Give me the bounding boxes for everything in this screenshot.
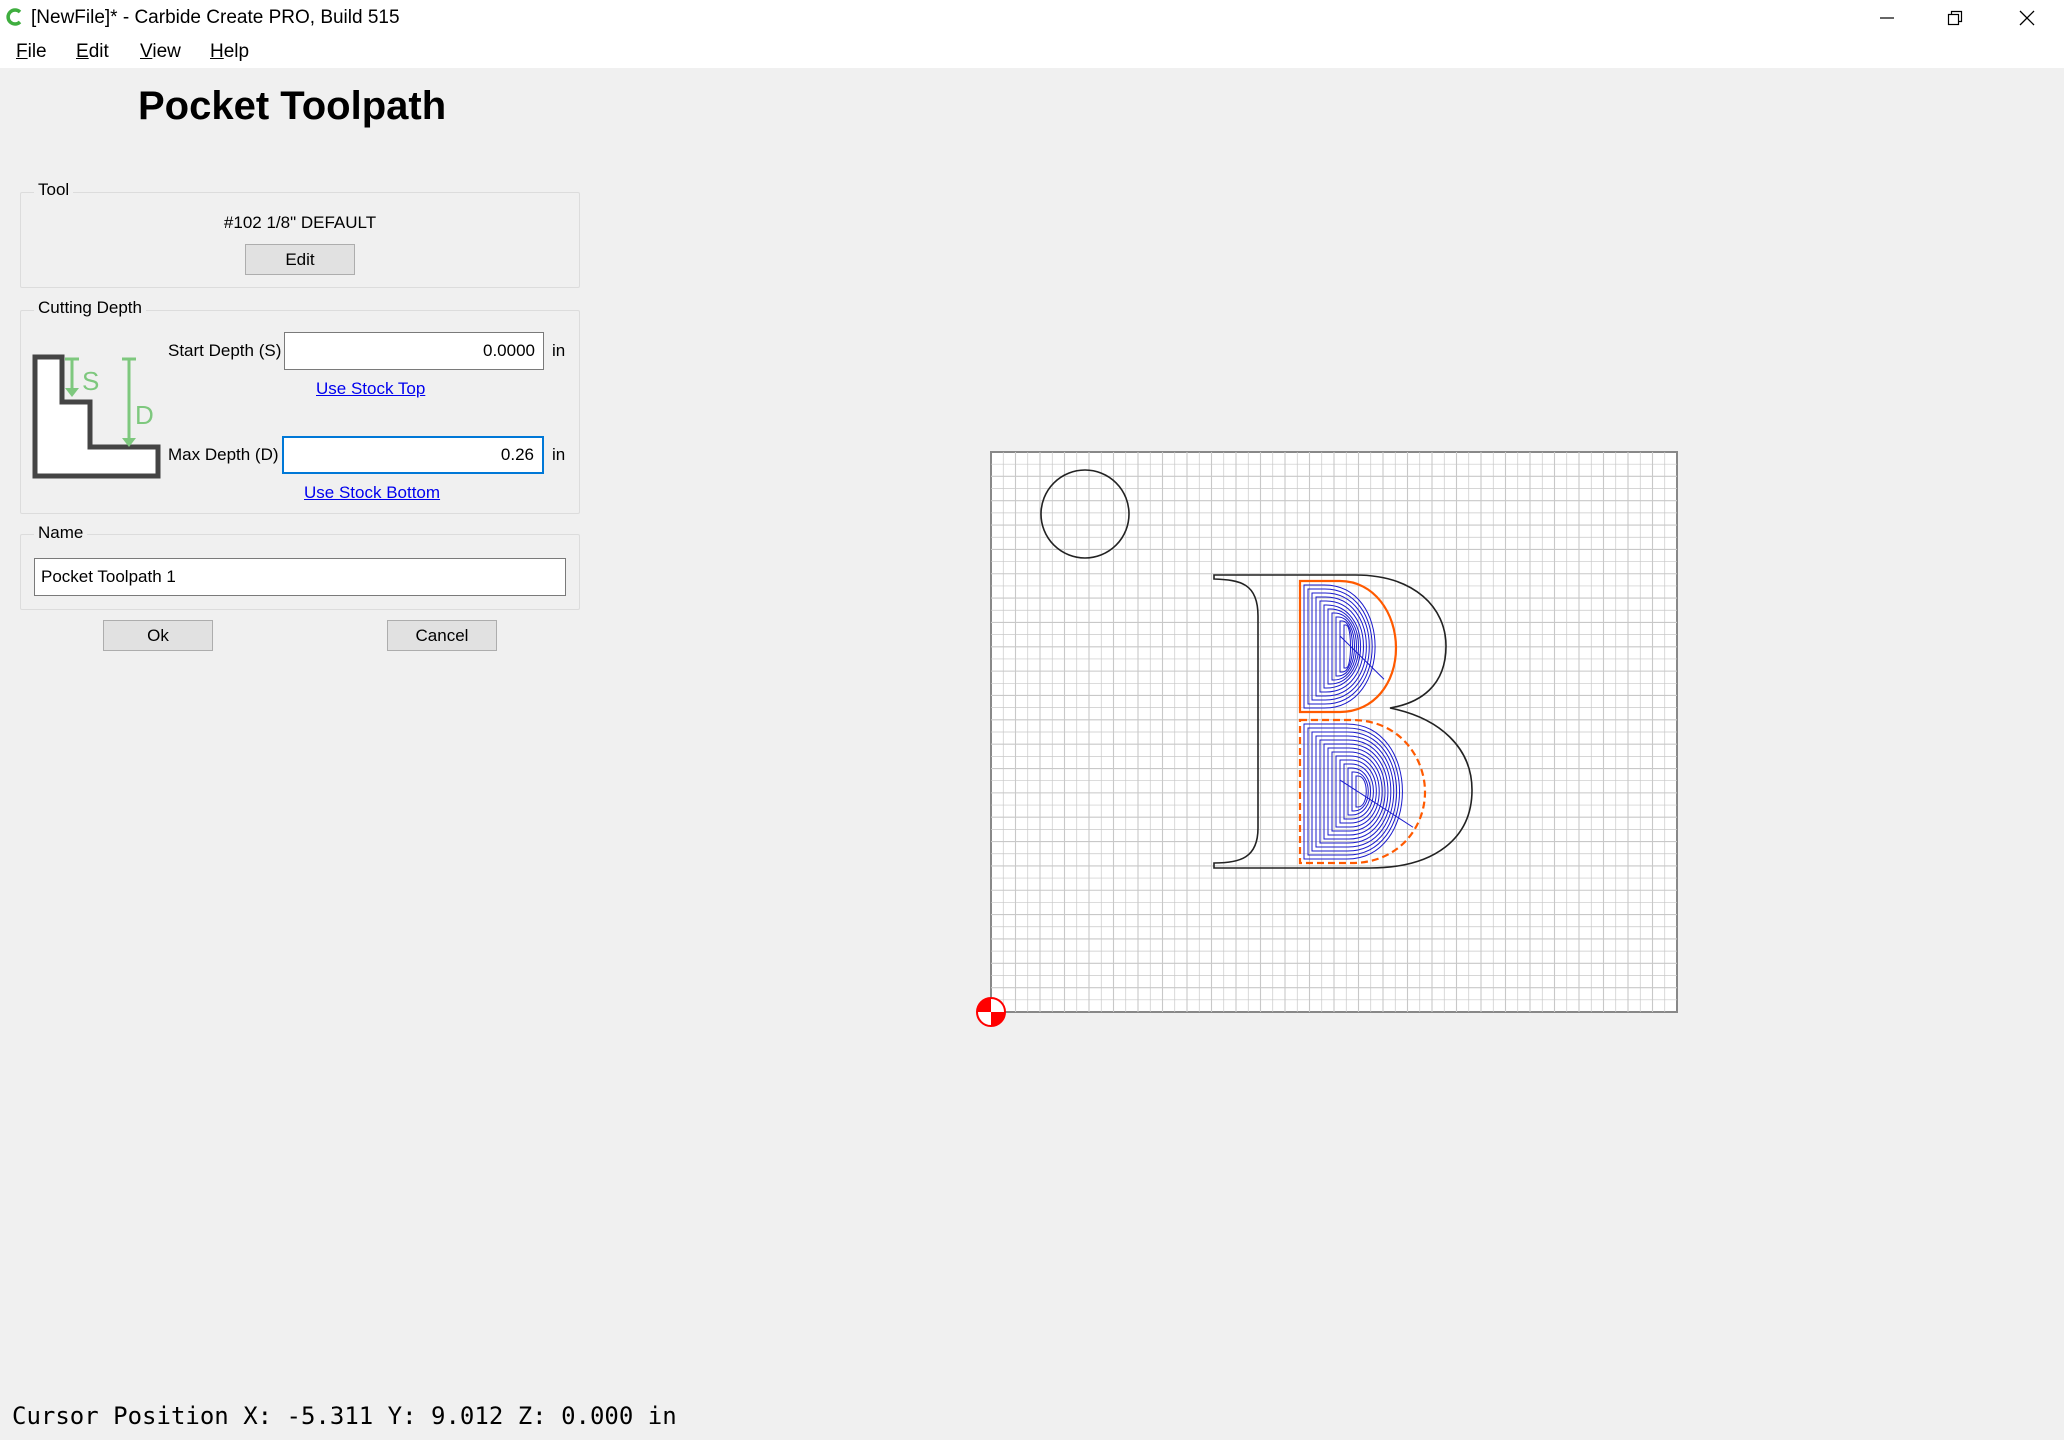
restore-button[interactable] [1922,0,1988,36]
use-stock-top-link[interactable]: Use Stock Top [316,379,425,399]
diagram-d-label: D [135,400,154,430]
dialog-title: Pocket Toolpath [138,84,447,128]
start-depth-label: Start Depth (S) [168,341,282,360]
tool-group-label: Tool [34,180,74,200]
max-depth-label: Max Depth (D) [168,445,279,464]
restore-icon [1947,10,1963,26]
menu-help[interactable]: Help [210,41,249,63]
ok-button[interactable]: Ok [103,620,213,651]
minimize-icon [1880,17,1894,19]
toolpath-name-input[interactable] [34,558,566,596]
canvas-drawing [976,451,1678,1027]
minimize-button[interactable] [1854,0,1920,36]
menu-view[interactable]: View [140,41,181,63]
diagram-s-label: S [82,366,99,396]
cutting-depth-diagram: S D [32,354,161,479]
menu-bar: File Edit View Help [0,36,2064,68]
start-depth-input[interactable] [284,332,544,370]
origin-icon [976,997,1006,1027]
cancel-button[interactable]: Cancel [387,620,497,651]
start-depth-unit: in [552,341,566,360]
edit-tool-button[interactable]: Edit [245,244,355,275]
close-icon [2019,10,2035,26]
name-group-label: Name [34,523,88,543]
menu-file[interactable]: File [16,41,47,63]
cutting-depth-group-label: Cutting Depth [34,298,146,318]
max-depth-unit: in [552,445,566,464]
carbide-logo-icon [6,8,22,26]
menu-edit[interactable]: Edit [76,41,109,63]
close-button[interactable] [1994,0,2060,36]
max-depth-input[interactable] [282,436,544,474]
cursor-position-status: Cursor Position X: -5.311 Y: 9.012 Z: 0.… [12,1402,677,1430]
design-canvas[interactable] [600,68,2064,1398]
title-bar: [NewFile]* - Carbide Create PRO, Build 5… [0,0,2064,36]
tool-name: #102 1/8" DEFAULT [223,213,377,232]
use-stock-bottom-link[interactable]: Use Stock Bottom [304,483,440,503]
window-title: [NewFile]* - Carbide Create PRO, Build 5… [31,7,400,28]
